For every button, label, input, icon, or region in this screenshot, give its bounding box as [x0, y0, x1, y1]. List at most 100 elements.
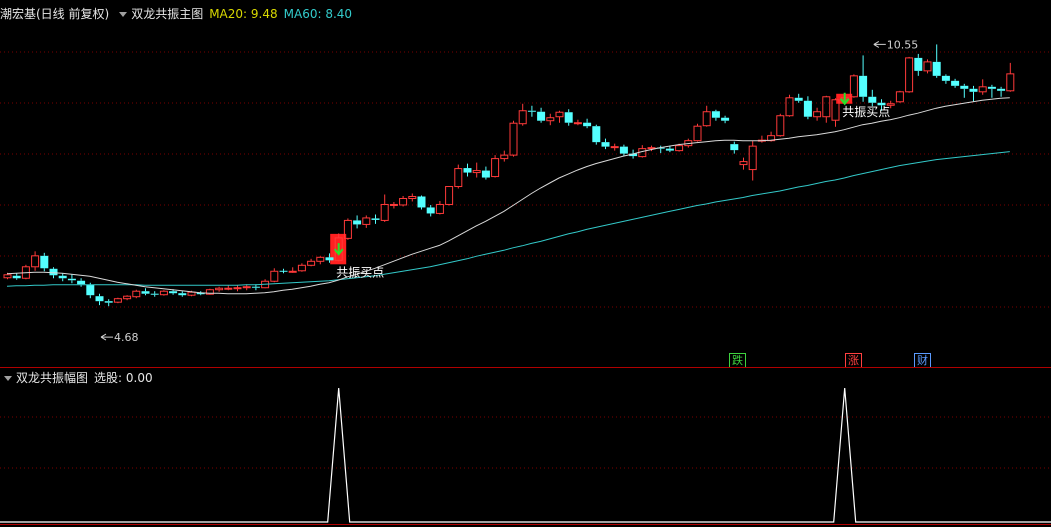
candle-body	[997, 88, 1006, 91]
candle-body	[601, 142, 610, 147]
high-price-label: 10.55	[887, 38, 919, 51]
candle-body	[794, 97, 803, 101]
candle-body	[619, 146, 628, 154]
chart-root: 潮宏基(日线 前复权) 双龙共振主图 MA20: 9.48 MA60: 8.40…	[0, 0, 1051, 527]
candle-body	[325, 257, 334, 261]
candle-body	[739, 161, 748, 166]
candle-body	[914, 57, 923, 71]
candle-body	[500, 154, 509, 160]
candle-body	[40, 255, 49, 269]
candle-body	[546, 117, 555, 122]
candle-body	[693, 125, 702, 142]
candle-body	[31, 255, 40, 268]
candle-body	[960, 85, 969, 89]
candle-body	[169, 291, 178, 294]
candle-body	[399, 197, 408, 206]
candle-body	[113, 298, 122, 303]
candle-body	[730, 144, 739, 151]
candle-body	[279, 270, 288, 272]
candle-body	[895, 91, 904, 103]
candle-body	[868, 96, 877, 103]
candle-body	[941, 75, 950, 81]
candle-body	[564, 112, 573, 123]
candle-body	[408, 195, 417, 199]
candle-body	[187, 291, 196, 296]
candle-body	[776, 115, 785, 137]
candle-body	[307, 260, 316, 266]
candle-body	[242, 286, 251, 289]
candle-body	[371, 218, 380, 220]
candle-body	[702, 111, 711, 127]
candle-body	[251, 286, 260, 288]
candle-body	[905, 57, 914, 93]
candle-body	[803, 100, 812, 117]
candle-body	[978, 86, 987, 93]
candle-body	[426, 207, 435, 214]
candle-body	[3, 274, 12, 279]
price-pointer-icon	[873, 41, 886, 48]
candle-body	[316, 256, 325, 262]
candle-body	[859, 75, 868, 97]
candle-body	[1006, 73, 1015, 92]
candle-body	[288, 270, 297, 273]
candle-body	[215, 287, 224, 291]
buy-point-label: 共振买点	[336, 265, 384, 279]
candle-body	[132, 290, 141, 298]
candle-body	[932, 61, 941, 76]
candle-body	[721, 117, 730, 121]
candle-body	[463, 168, 472, 173]
ma20-line	[6, 97, 1010, 295]
candle-body	[95, 296, 104, 302]
candle-body	[509, 122, 518, 156]
candle-body	[527, 110, 536, 112]
candle-body	[67, 278, 76, 281]
ma60-line	[6, 151, 1010, 287]
candle-body	[472, 170, 481, 174]
candle-body	[518, 110, 527, 125]
candle-body	[665, 148, 674, 151]
candle-body	[233, 287, 242, 290]
candle-body	[583, 122, 592, 127]
candle-body	[86, 284, 95, 296]
candle-body	[822, 96, 831, 118]
candle-body	[417, 196, 426, 208]
candle-body	[491, 158, 500, 178]
candle-body	[951, 80, 960, 86]
candle-body	[49, 268, 58, 276]
candle-body	[711, 111, 720, 118]
candle-body	[104, 301, 113, 303]
candle-body	[987, 86, 996, 89]
candle-body	[555, 111, 564, 118]
candle-body	[159, 290, 168, 296]
candle-body	[923, 61, 932, 72]
low-price-label: 4.68	[114, 331, 139, 344]
price-pointer-icon	[100, 333, 113, 341]
candle-body	[435, 203, 444, 214]
candle-body	[573, 122, 582, 125]
buy-point-label: 共振买点	[842, 105, 890, 119]
candle-body	[610, 146, 619, 149]
candle-body	[362, 217, 371, 225]
candle-body	[178, 293, 187, 296]
candle-body	[224, 287, 233, 290]
candle-body	[748, 145, 757, 171]
candle-body	[77, 280, 86, 285]
candle-body	[675, 145, 684, 152]
candle-body	[592, 126, 601, 143]
signal-pulse-line	[0, 387, 1051, 523]
candle-body	[813, 111, 822, 118]
main-chart: 10.554.68共振买点共振买点	[0, 38, 1051, 525]
candle-body	[454, 168, 463, 188]
candle-body	[969, 88, 978, 92]
candle-body	[849, 75, 858, 98]
candle-body	[270, 270, 279, 282]
candle-body	[445, 186, 454, 205]
candle-body	[380, 203, 389, 221]
candle-body	[353, 220, 362, 225]
candle-body	[785, 97, 794, 117]
candle-body	[481, 170, 490, 178]
candle-body	[12, 275, 21, 279]
candle-body	[123, 295, 132, 300]
candle-body	[389, 203, 398, 206]
candle-body	[58, 275, 67, 279]
